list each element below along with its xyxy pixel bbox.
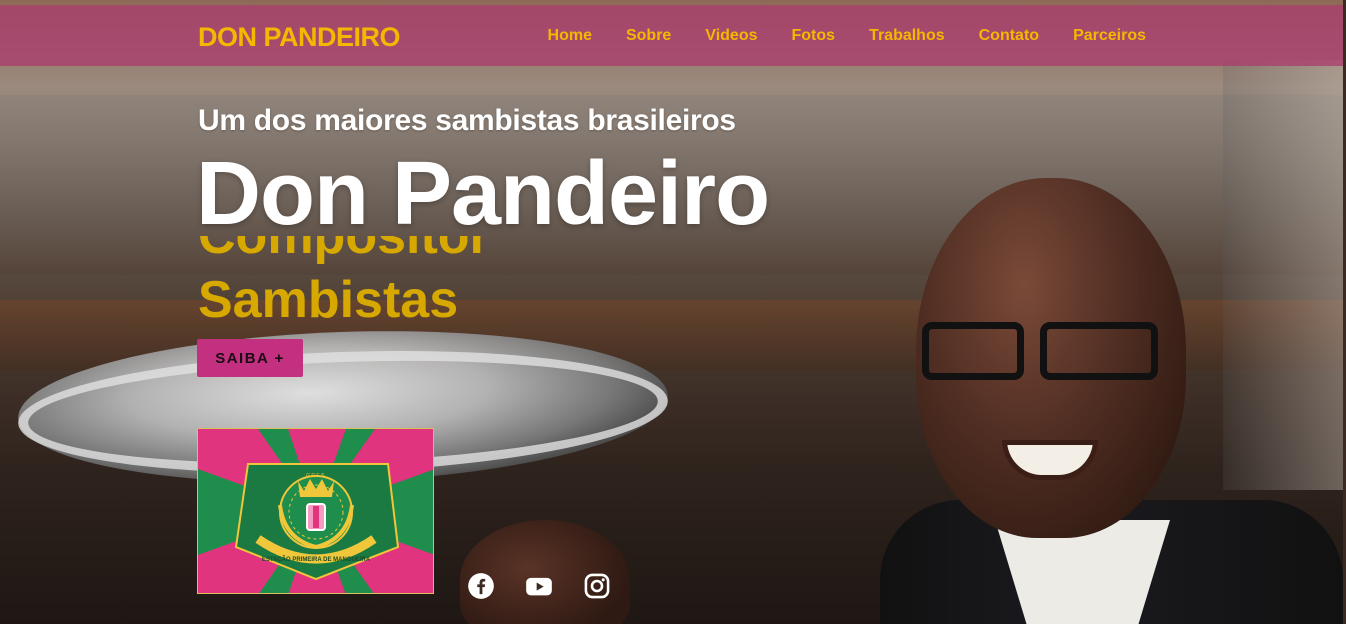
rotating-word-compositor: Compositor xyxy=(198,236,490,265)
youtube-icon[interactable] xyxy=(525,572,553,600)
facebook-icon[interactable] xyxy=(467,572,495,600)
nav-contato[interactable]: Contato xyxy=(979,27,1039,45)
nav-parceiros[interactable]: Parceiros xyxy=(1073,27,1146,45)
glasses-right-lens xyxy=(1040,322,1158,380)
flag-badge-text: G.R.E.S. xyxy=(306,473,326,479)
nav-home[interactable]: Home xyxy=(548,27,592,45)
nav-trabalhos[interactable]: Trabalhos xyxy=(869,27,945,45)
nav-fotos[interactable]: Fotos xyxy=(792,27,836,45)
hero-subtitle: Um dos maiores sambistas brasileiros xyxy=(198,104,736,137)
main-nav: Home Sobre Videos Fotos Trabalhos Contat… xyxy=(548,27,1146,45)
flag-graphic: ESTAÇÃO PRIMEIRA DE MANGUEIRA G.R.E.S. xyxy=(198,429,433,593)
rotating-text: Compositor Sambistas xyxy=(198,236,758,322)
background-panel xyxy=(1223,60,1343,490)
glasses-left-lens xyxy=(922,322,1024,380)
nav-videos[interactable]: Videos xyxy=(705,27,757,45)
brand-logo[interactable]: DON PANDEIRO xyxy=(198,22,401,53)
hero-title: Don Pandeiro xyxy=(196,144,770,244)
instagram-icon[interactable] xyxy=(583,572,611,600)
rotating-word-sambistas: Sambistas xyxy=(198,271,459,322)
social-links xyxy=(467,572,611,600)
saiba-mais-button[interactable]: SAIBA + xyxy=(197,339,303,377)
mangueira-flag-image: ESTAÇÃO PRIMEIRA DE MANGUEIRA G.R.E.S. xyxy=(197,428,434,594)
flag-motto: ESTAÇÃO PRIMEIRA DE MANGUEIRA xyxy=(262,556,371,563)
navbar: DON PANDEIRO Home Sobre Videos Fotos Tra… xyxy=(0,5,1343,66)
nav-sobre[interactable]: Sobre xyxy=(626,27,671,45)
